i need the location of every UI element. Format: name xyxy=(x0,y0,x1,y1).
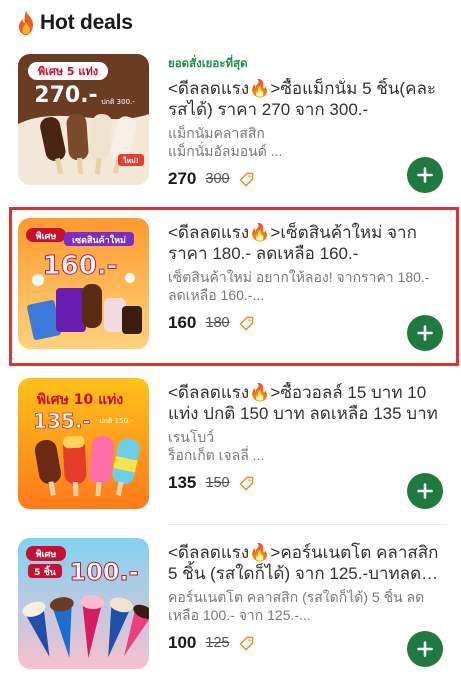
add-to-cart-button[interactable] xyxy=(407,473,443,509)
plus-icon xyxy=(417,167,433,183)
svg-text:160.-: 160.- xyxy=(43,251,118,281)
product-image[interactable]: พิเศษ 5 แท่ง 270.- ปกติ 300.- ใหม่! xyxy=(18,54,149,185)
product-name[interactable]: <ดีลลดแรง🔥>คอร์นเนตโต คลาสสิก 5 ชิ้น (รส… xyxy=(168,542,447,584)
product-old-price: 300 xyxy=(205,171,230,187)
add-to-cart-button[interactable] xyxy=(407,631,443,667)
product-card[interactable]: พิเศษ 10 แท่ง 135.- ปกติ 150.- <ดีลลดแรง… xyxy=(0,378,461,518)
product-description: เรนโบว์ ร็อกเก็ต เจลลี่ ... xyxy=(168,429,265,463)
product-name[interactable]: <ดีลลดแรง🔥>เซ็ตสินค้าใหม่ จากราคา 180.- … xyxy=(168,222,447,264)
svg-text:เซตสินค้าใหม่: เซตสินค้าใหม่ xyxy=(72,234,126,246)
product-price: 100 xyxy=(168,633,197,652)
product-description: แม็กนั่มคลาสสิก แม็กนั่มอัลมอนด์ ... xyxy=(168,125,283,159)
svg-text:ปกติ 300.-: ปกติ 300.- xyxy=(101,98,135,106)
product-name[interactable]: <ดีลลดแรง🔥>ซื้อวอลล์ 15 บาท 10 แท่ง ปกติ… xyxy=(168,382,447,424)
product-description: คอร์นเนตโต คลาสสิก (รสใดก็ได้) 5 ชิ้น ลด… xyxy=(168,589,425,623)
product-old-price: 150 xyxy=(205,475,230,491)
product-image[interactable]: พิเศษ 5 ชิ้น 100.- xyxy=(18,538,149,669)
divider xyxy=(168,524,447,525)
add-to-cart-button[interactable] xyxy=(407,157,443,193)
section-header: Hot deals xyxy=(14,8,133,38)
product-price: 160 xyxy=(168,313,197,332)
price-tag-icon xyxy=(239,476,254,491)
plus-icon xyxy=(417,325,433,341)
plus-icon xyxy=(417,483,433,499)
product-badge: ยอดสั่งเยอะที่สุด xyxy=(168,58,248,70)
price-tag-icon xyxy=(239,172,254,187)
svg-text:ใหม่!: ใหม่! xyxy=(123,156,139,165)
svg-text:ปกติ 150.-: ปกติ 150.- xyxy=(99,417,133,425)
svg-text:พิเศษ: พิเศษ xyxy=(36,549,57,560)
svg-text:270.-: 270.- xyxy=(34,83,97,108)
svg-text:พิเศษ 10 แท่ง: พิเศษ 10 แท่ง xyxy=(37,392,124,408)
svg-text:135.-: 135.- xyxy=(33,409,91,433)
price-row: 135 150 xyxy=(168,473,447,493)
svg-text:พิเศษ 5 แท่ง: พิเศษ 5 แท่ง xyxy=(38,65,98,78)
add-to-cart-button[interactable] xyxy=(407,315,443,351)
product-description: เซ็ตสินค้าใหม่ อยากให้ลอง! จากราคา 180.-… xyxy=(168,269,430,303)
price-tag-icon xyxy=(239,636,254,651)
price-row: 160 180 xyxy=(168,313,447,333)
product-price: 270 xyxy=(168,169,197,188)
price-tag-icon xyxy=(239,316,254,331)
product-image[interactable]: พิเศษ 10 แท่ง 135.- ปกติ 150.- xyxy=(18,378,149,509)
product-old-price: 180 xyxy=(205,315,230,331)
price-row: 270 300 xyxy=(168,169,447,189)
price-row: 100 125 xyxy=(168,633,447,653)
product-image[interactable]: พิเศษ เซตสินค้าใหม่ 160.- xyxy=(18,218,149,349)
svg-text:100.-: 100.- xyxy=(69,558,138,586)
section-title: Hot deals xyxy=(40,11,133,34)
plus-icon xyxy=(417,641,433,657)
svg-text:พิเศษ: พิเศษ xyxy=(36,231,57,242)
product-card[interactable]: พิเศษ 5 ชิ้น 100.- <ดีลลดแรง🔥>คอร์นเนตโต… xyxy=(0,538,461,678)
fire-icon xyxy=(14,10,38,36)
product-card[interactable]: พิเศษ 5 แท่ง 270.- ปกติ 300.- ใหม่! ยอดส… xyxy=(0,52,461,202)
product-name[interactable]: <ดีลลดแรง🔥>ซื้อแม็กนั่ม 5 ชิ้น(คละรสได้)… xyxy=(168,78,447,120)
product-price: 135 xyxy=(168,473,197,492)
product-old-price: 125 xyxy=(205,635,230,651)
product-card[interactable]: พิเศษ เซตสินค้าใหม่ 160.- <ดีลลดแรง🔥>เซ็… xyxy=(0,218,461,358)
